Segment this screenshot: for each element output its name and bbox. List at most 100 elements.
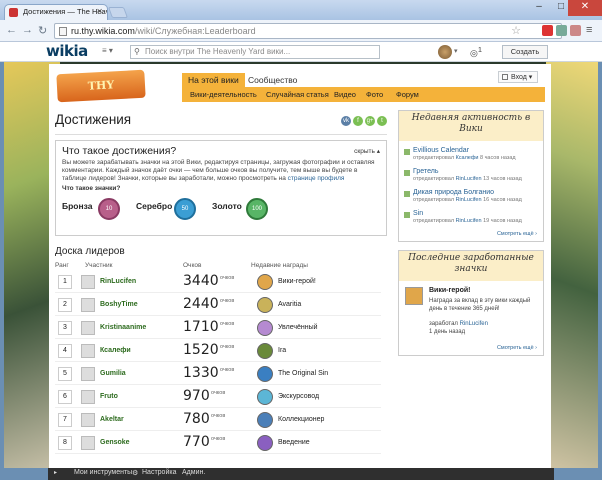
user-avatar[interactable] [81, 367, 95, 381]
user-avatar[interactable] [81, 413, 95, 427]
user-avatar[interactable] [81, 321, 95, 335]
badge-icon[interactable] [257, 412, 273, 428]
activity-see-more-link[interactable]: Смотреть ещё › [497, 231, 537, 237]
activity-page-link[interactable]: Sin [413, 210, 423, 217]
badge-earned-label: заработал [429, 321, 458, 327]
login-button[interactable]: Вход ▾ [498, 71, 538, 83]
activity-page-link[interactable]: Дикая природа Болганио [413, 189, 494, 196]
my-tools-menu[interactable]: Мои инструменты [74, 469, 132, 476]
user-link[interactable]: Fruto [100, 393, 118, 400]
activity-user-link[interactable]: RinLucifen [456, 197, 482, 203]
activity-title: Недавняя активность в Вики [399, 111, 543, 141]
hide-link[interactable]: скрыть ▴ [354, 147, 380, 155]
back-icon[interactable]: ← [6, 24, 17, 36]
google-share-icon[interactable]: g+ [365, 116, 375, 126]
address-bar[interactable]: ru.thy.wikia.com/wiki/Служебная:Leaderbo… [54, 23, 562, 39]
extension-icon[interactable] [542, 25, 553, 36]
badge-name: Коллекционер [278, 416, 325, 423]
browser-tab[interactable]: Достижения — The Heavenly ✕ [4, 4, 108, 20]
subnav-forum[interactable]: Форум [396, 90, 419, 99]
admin-link[interactable]: Админ. [182, 469, 205, 476]
points-value: 770 [183, 434, 210, 450]
wiki-logo[interactable]: THY [56, 69, 146, 103]
favicon-icon [9, 8, 18, 17]
user-link[interactable]: Gumilia [100, 370, 126, 377]
twitter-share-icon[interactable]: t [377, 116, 387, 126]
subnav-random-page[interactable]: Случайная статья [266, 90, 329, 99]
facebook-share-icon[interactable]: f [353, 116, 363, 126]
user-link[interactable]: Gensoke [100, 439, 130, 446]
badge-icon[interactable] [257, 435, 273, 451]
table-row: 2 BoshyTime 2440 очков Avaritia [55, 295, 381, 316]
user-avatar[interactable] [81, 275, 95, 289]
chevron-down-icon[interactable]: ▾ [454, 47, 458, 55]
forward-icon[interactable]: → [22, 24, 33, 36]
user-link[interactable]: Kristinaanime [100, 324, 146, 331]
user-avatar[interactable] [81, 344, 95, 358]
bronze-badge-icon: 10 [98, 198, 120, 220]
badge-icon[interactable] [257, 389, 273, 405]
tab-on-this-wiki[interactable]: На этой вики [182, 73, 245, 87]
subnav-video[interactable]: Видео [334, 90, 356, 99]
user-link[interactable]: Akeltar [100, 416, 124, 423]
new-tab-button[interactable] [107, 7, 129, 18]
bookmark-star-icon[interactable]: ☆ [511, 24, 521, 37]
what-description: Вы можете зарабатывать значки на этой Ви… [62, 159, 380, 183]
hubs-menu-icon[interactable]: ≡ ▾ [102, 46, 132, 58]
settings-link[interactable]: Настройка [142, 469, 176, 476]
wikia-logo[interactable]: wikia [46, 42, 88, 60]
subnav-wiki-activity[interactable]: Вики-деятельность [190, 90, 257, 99]
minimize-button[interactable]: – [528, 0, 550, 16]
close-window-button[interactable]: ✕ [568, 0, 602, 16]
create-wiki-button[interactable]: Создать вики [502, 45, 548, 68]
chrome-menu-icon[interactable]: ≡ [586, 24, 598, 36]
recent-activity-module: Недавняя активность в Вики Evillious Cal… [398, 110, 544, 242]
col-recent-badges: Недавние награды [251, 262, 308, 269]
search-input[interactable]: ⚲ Поиск внутри The Heavenly Yard вики... [130, 45, 380, 59]
reload-icon[interactable]: ↻ [38, 24, 47, 37]
activity-page-link[interactable]: Гретель [413, 168, 438, 175]
badge-earned-user-link[interactable]: RinLucifen [460, 321, 488, 327]
activity-user-link[interactable]: RinLucifen [456, 218, 482, 224]
edit-icon [404, 170, 410, 176]
user-avatar[interactable] [81, 298, 95, 312]
activity-user-link[interactable]: RinLucifen [456, 176, 482, 182]
tab-community[interactable]: Сообщество [242, 73, 303, 87]
badge-name: Avaritia [278, 301, 302, 308]
close-tab-icon[interactable]: ✕ [96, 7, 103, 16]
badge-name: Увлечённый [278, 324, 318, 331]
badge-icon[interactable] [257, 366, 273, 382]
extension-icon[interactable] [570, 25, 581, 36]
badges-see-more-link[interactable]: Смотреть ещё › [497, 345, 537, 351]
user-avatar[interactable] [438, 45, 452, 59]
badge-icon[interactable] [257, 297, 273, 313]
activity-item: Дикая природа Болганио отредактировал Rin… [404, 189, 522, 203]
user-link[interactable]: BoshyTime [100, 301, 138, 308]
wiki-page: THY На этой вики Сообщество Вики-деятель… [49, 64, 551, 468]
background-art-right [546, 62, 602, 468]
user-avatar[interactable] [81, 390, 95, 404]
extension-icon[interactable] [556, 25, 567, 36]
activity-user-link[interactable]: Ксалефи [456, 155, 479, 161]
browser-toolbar: ← → ↻ ru.thy.wikia.com/wiki/Служебная:Le… [0, 20, 602, 42]
wiki-subnav: Вики-деятельность Случайная статья Видео… [182, 87, 545, 102]
user-link[interactable]: RinLucifen [100, 278, 136, 285]
badges-title: Последние заработанные значки [399, 251, 543, 281]
subnav-photos[interactable]: Фото [366, 90, 383, 99]
activity-item: Гретель отредактировал RinLucifen 13 часо… [404, 168, 522, 182]
user-link[interactable]: Ксалефи [100, 347, 131, 354]
what-are-badges-heading: Что такое значки? [62, 185, 121, 192]
silver-badge-icon: 50 [174, 198, 196, 220]
leaderboard-title: Доска лидеров [55, 246, 125, 257]
badge-icon[interactable] [257, 343, 273, 359]
vk-share-icon[interactable]: vk [341, 116, 351, 126]
activity-page-link[interactable]: Evillious Calendar [413, 147, 469, 154]
toolbar-arrow-icon[interactable]: ▸ [54, 469, 57, 476]
user-avatar[interactable] [81, 436, 95, 450]
badge-name: The Original Sin [278, 370, 329, 377]
profile-page-link[interactable]: странице профиля [288, 175, 345, 182]
notifications-icon[interactable]: ◎1 [470, 45, 482, 59]
badge-icon[interactable] [257, 320, 273, 336]
gear-icon[interactable]: ⚙ [132, 469, 138, 477]
badge-icon[interactable] [257, 274, 273, 290]
